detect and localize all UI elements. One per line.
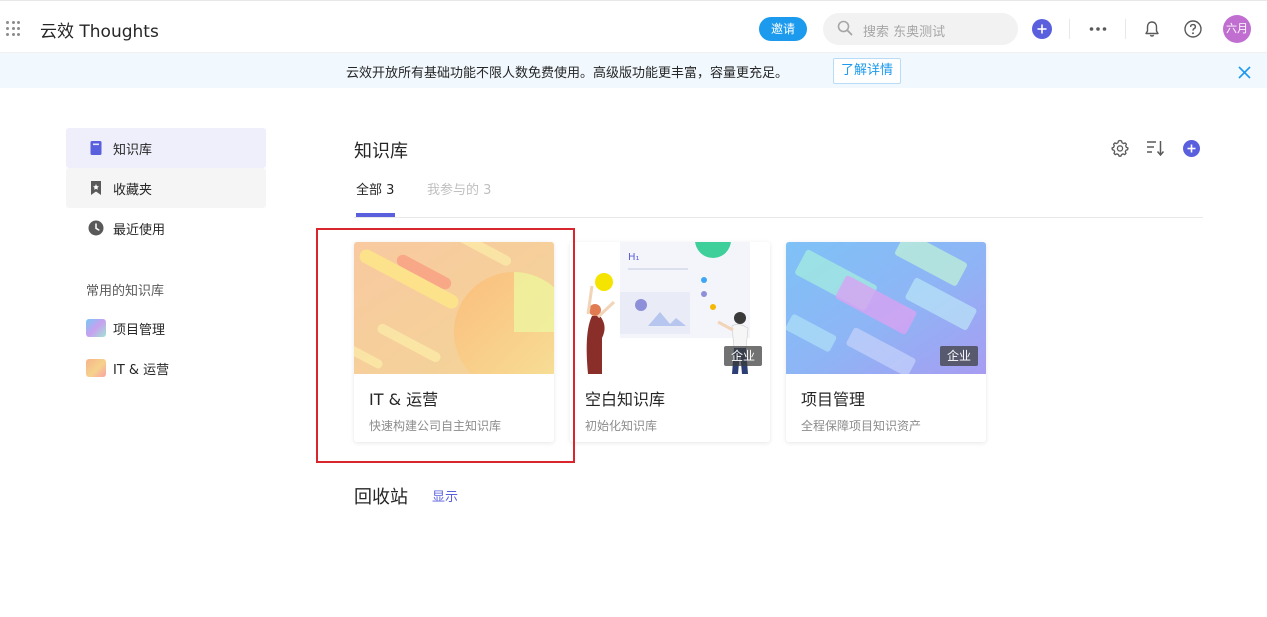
app-grid-icon[interactable] [6, 21, 21, 36]
kb-card-description: 全程保障项目知识资产 [801, 419, 922, 433]
add-knowledge-base-button[interactable] [1183, 140, 1200, 157]
favorite-kb-project-management[interactable]: 项目管理 [66, 308, 266, 348]
recycle-bin-title: 回收站 [354, 487, 408, 508]
divider [1125, 19, 1126, 39]
sidebar-item-favorites[interactable]: 收藏夹 [66, 168, 266, 208]
top-bar: 云效 Thoughts 邀请 搜索 东奥测试 六月 [0, 0, 1267, 53]
gear-icon[interactable] [1111, 139, 1129, 157]
more-icon[interactable] [1088, 19, 1108, 39]
sidebar: 知识库 收藏夹 最近使用 常用的知识库 项目管理 IT & 运营 [66, 128, 266, 388]
sidebar-item-label: 收藏夹 [113, 183, 153, 198]
promo-banner: 云效开放所有基础功能不限人数免费使用。高级版功能更丰富，容量更充足。 了解详情 [0, 53, 1267, 88]
section-label: 常用的知识库 [86, 284, 165, 299]
invite-button[interactable]: 邀请 [759, 17, 807, 41]
kb-card-title: 空白知识库 [585, 390, 666, 409]
enterprise-badge: 企业 [723, 346, 762, 366]
close-icon[interactable] [1237, 65, 1252, 80]
kb-thumbnail [86, 319, 106, 337]
search-icon [837, 20, 853, 36]
bookmark-icon [91, 181, 101, 195]
recycle-bin-show-link[interactable]: 显示 [432, 486, 458, 505]
tab-participated[interactable]: 我参与的 3 [427, 179, 491, 198]
sort-icon[interactable] [1146, 139, 1165, 157]
kb-thumbnail [86, 359, 106, 377]
bell-icon[interactable] [1143, 20, 1161, 38]
active-tab-indicator [356, 213, 395, 217]
learn-more-button[interactable]: 了解详情 [833, 58, 902, 84]
avatar[interactable]: 六月 [1223, 15, 1251, 43]
favorite-kb-label: 项目管理 [113, 323, 166, 338]
kb-tabs: 全部 3 我参与的 3 [354, 173, 1203, 218]
page-title: 知识库 [354, 141, 408, 162]
card-cover-image [354, 242, 554, 374]
svg-text:H₁: H₁ [628, 252, 640, 263]
create-plus-button[interactable] [1032, 19, 1052, 39]
app-title[interactable]: 云效 Thoughts [40, 17, 159, 42]
kb-card-project-management[interactable]: 企业 项目管理 全程保障项目知识资产 [786, 242, 986, 442]
enterprise-badge: 企业 [939, 346, 978, 366]
sidebar-item-label: 最近使用 [113, 223, 166, 238]
plus-icon [1037, 24, 1047, 34]
favorite-kb-label: IT & 运营 [113, 363, 170, 378]
kb-card-blank[interactable]: H₁ 企业 空白知识库 初始化知识库 [570, 242, 770, 442]
kb-card-description: 快速构建公司自主知识库 [369, 419, 502, 433]
sidebar-item-knowledge-base[interactable]: 知识库 [66, 128, 266, 168]
sidebar-item-recent[interactable]: 最近使用 [66, 208, 266, 248]
book-icon [90, 141, 102, 155]
clock-icon [88, 220, 104, 236]
divider [1069, 19, 1070, 39]
favorite-kb-it-ops[interactable]: IT & 运营 [66, 348, 266, 388]
kb-card-description: 初始化知识库 [585, 419, 658, 433]
search-input[interactable]: 搜索 东奥测试 [823, 13, 1018, 45]
frequent-section-title: 常用的知识库 [66, 268, 266, 308]
search-placeholder: 搜索 东奥测试 [863, 25, 946, 40]
tab-all[interactable]: 全部 3 [356, 179, 394, 198]
kb-card-it-ops[interactable]: IT & 运营 快速构建公司自主知识库 [354, 242, 554, 442]
plus-icon [1187, 144, 1196, 153]
banner-text: 云效开放所有基础功能不限人数免费使用。高级版功能更丰富，容量更充足。 [346, 66, 789, 81]
sidebar-item-label: 知识库 [113, 143, 153, 158]
help-icon[interactable] [1183, 19, 1203, 39]
kb-card-title: IT & 运营 [369, 390, 439, 409]
kb-card-title: 项目管理 [801, 390, 866, 409]
